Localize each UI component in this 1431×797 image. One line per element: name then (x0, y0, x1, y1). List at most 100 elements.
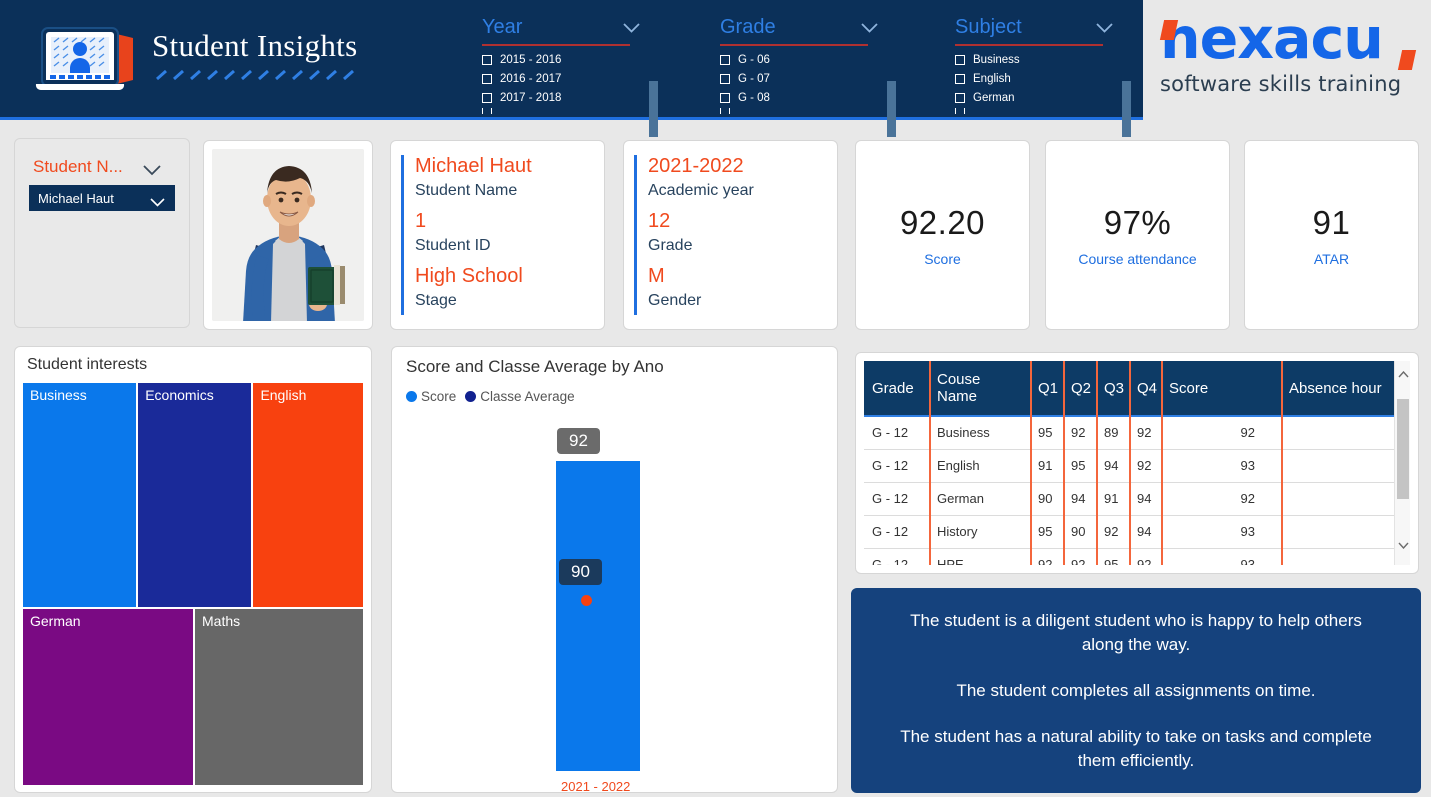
kpi-atar-value: 91 (1312, 203, 1351, 241)
checkbox-icon[interactable] (955, 92, 965, 103)
slicer-option[interactable]: G - 08 (720, 89, 902, 106)
slicer-option-partial[interactable] (955, 108, 1137, 114)
student-photo-card (203, 140, 373, 330)
chevron-down-icon[interactable] (861, 20, 878, 33)
cell-grade: G - 12 (864, 416, 929, 450)
table-scrollbar[interactable] (1394, 361, 1410, 565)
dashboard-header: Student Insights Year 2015 - 2016 2016 -… (0, 0, 1143, 137)
column-separator (1281, 361, 1283, 565)
slicer-option[interactable]: 2016 - 2017 (482, 70, 664, 87)
kpi-score-label: Score (924, 250, 961, 267)
chevron-down-icon[interactable] (150, 195, 165, 207)
column-separator (1030, 361, 1032, 565)
col-header-absence[interactable]: Absence hour (1281, 361, 1410, 417)
table-row[interactable]: G - 12 History 95 90 92 94 93 (864, 515, 1410, 549)
app-title: Student Insights (152, 28, 358, 63)
slicer-year[interactable]: Year 2015 - 2016 2016 - 2017 2017 - 2018 (482, 16, 664, 137)
cell-grade: G - 12 (864, 449, 929, 483)
score-data-label: 92 (557, 428, 600, 454)
legend-item-class-average[interactable]: Classe Average (465, 389, 575, 404)
checkbox-icon[interactable] (955, 54, 965, 65)
cell-course: HPE (929, 548, 1030, 565)
grade-label: Grade (648, 237, 693, 254)
col-header-course[interactable]: Couse Name (929, 361, 1030, 417)
checkbox-icon[interactable] (482, 108, 492, 114)
table-row[interactable]: G - 12 German 90 94 91 94 92 (864, 482, 1410, 516)
slicer-option-label: 2015 - 2016 (500, 53, 562, 66)
laptop-student-icon (30, 22, 145, 97)
column-separator (1063, 361, 1065, 565)
slicer-option[interactable]: G - 06 (720, 51, 902, 68)
col-header-score[interactable]: Score (1161, 361, 1281, 417)
cell-q4: 94 (1129, 515, 1161, 549)
treemap-tile-business[interactable]: Business (23, 383, 137, 607)
slicer-option-label: G - 08 (738, 91, 770, 104)
table: Grade Couse Name Q1 Q2 Q3 Q4 Score Absen… (864, 361, 1410, 565)
academic-year-value: 2021-2022 (648, 155, 744, 177)
slicer-option[interactable]: German (955, 89, 1137, 106)
checkbox-icon[interactable] (720, 54, 730, 65)
col-header-grade[interactable]: Grade (864, 361, 929, 417)
cell-q2: 92 (1063, 416, 1096, 450)
chevron-up-icon[interactable] (1398, 365, 1409, 378)
slicer-scrollbar[interactable] (649, 81, 658, 137)
slicer-scrollbar[interactable] (1122, 81, 1131, 137)
slicer-option-partial[interactable] (720, 108, 902, 114)
checkbox-icon[interactable] (955, 108, 965, 114)
gender-label: Gender (648, 292, 702, 309)
slicer-option[interactable]: 2015 - 2016 (482, 51, 664, 68)
kpi-atar-label: ATAR (1313, 250, 1350, 267)
treemap-tile-label: Maths (202, 613, 241, 629)
chevron-down-icon[interactable] (1398, 536, 1409, 550)
brand-name: nexacu (1160, 6, 1384, 72)
treemap-tile-german[interactable]: German (23, 609, 193, 785)
slicer-option-partial[interactable] (482, 108, 664, 114)
table-row[interactable]: G - 12 English 91 95 94 92 93 (864, 449, 1410, 483)
col-header-q4[interactable]: Q4 (1129, 361, 1161, 417)
slicer-grade[interactable]: Grade G - 06 G - 07 G - 08 (720, 16, 902, 137)
cell-course: Business (929, 416, 1030, 450)
teacher-comments-panel: The student is a diligent student who is… (851, 588, 1421, 793)
slicer-option[interactable]: G - 07 (720, 70, 902, 87)
table-body: G - 12 Business 95 92 89 92 92 G - 12 En… (864, 416, 1410, 565)
cell-absence (1281, 482, 1410, 516)
legend-item-score[interactable]: Score (406, 389, 456, 404)
col-header-q2[interactable]: Q2 (1063, 361, 1096, 417)
treemap-tile-maths[interactable]: Maths (195, 609, 363, 785)
chevron-down-icon[interactable] (1096, 20, 1113, 33)
student-name-dropdown[interactable]: Michael Haut (29, 185, 175, 211)
slicer-subject[interactable]: Subject Business English German (955, 16, 1137, 137)
student-name-slicer[interactable]: Student N... Michael Haut (14, 138, 190, 328)
table-row[interactable]: G - 12 HPE 92 92 95 92 93 (864, 548, 1410, 565)
checkbox-icon[interactable] (955, 73, 965, 84)
checkbox-icon[interactable] (720, 73, 730, 84)
chart-plot-area: 92 90 2021 - 2022 (392, 417, 837, 794)
scrollbar-thumb[interactable] (1397, 399, 1409, 499)
checkbox-icon[interactable] (720, 108, 730, 114)
slicer-option[interactable]: 2017 - 2018 (482, 89, 664, 106)
slicer-option[interactable]: English (955, 70, 1137, 87)
checkbox-icon[interactable] (482, 54, 492, 65)
treemap-tile-english[interactable]: English (253, 383, 363, 607)
table-row[interactable]: G - 12 Business 95 92 89 92 92 (864, 416, 1410, 450)
slicer-underline (720, 44, 868, 46)
chart-legend[interactable]: Score Classe Average (406, 389, 575, 404)
slicer-scrollbar[interactable] (887, 81, 896, 137)
chevron-down-icon[interactable] (623, 20, 640, 33)
treemap-tile-economics[interactable]: Economics (138, 383, 252, 607)
checkbox-icon[interactable] (482, 92, 492, 103)
student-name-label: Student Name (415, 182, 518, 199)
academic-info-card: 2021-2022 Academic year 12 Grade M Gende… (623, 140, 838, 330)
col-header-q3[interactable]: Q3 (1096, 361, 1129, 417)
slicer-option-label: 2017 - 2018 (500, 91, 562, 104)
checkbox-icon[interactable] (720, 92, 730, 103)
chevron-down-icon[interactable] (143, 163, 161, 176)
score-bar[interactable] (556, 461, 640, 771)
checkbox-icon[interactable] (482, 73, 492, 84)
slicer-option[interactable]: Business (955, 51, 1137, 68)
student-slicer-label: Student N... (33, 157, 123, 176)
nexacu-logo: nexacu software skills training (1159, 6, 1422, 112)
col-header-q1[interactable]: Q1 (1030, 361, 1063, 417)
x-axis-tick-label: 2021 - 2022 (561, 779, 631, 794)
cell-absence (1281, 548, 1410, 565)
